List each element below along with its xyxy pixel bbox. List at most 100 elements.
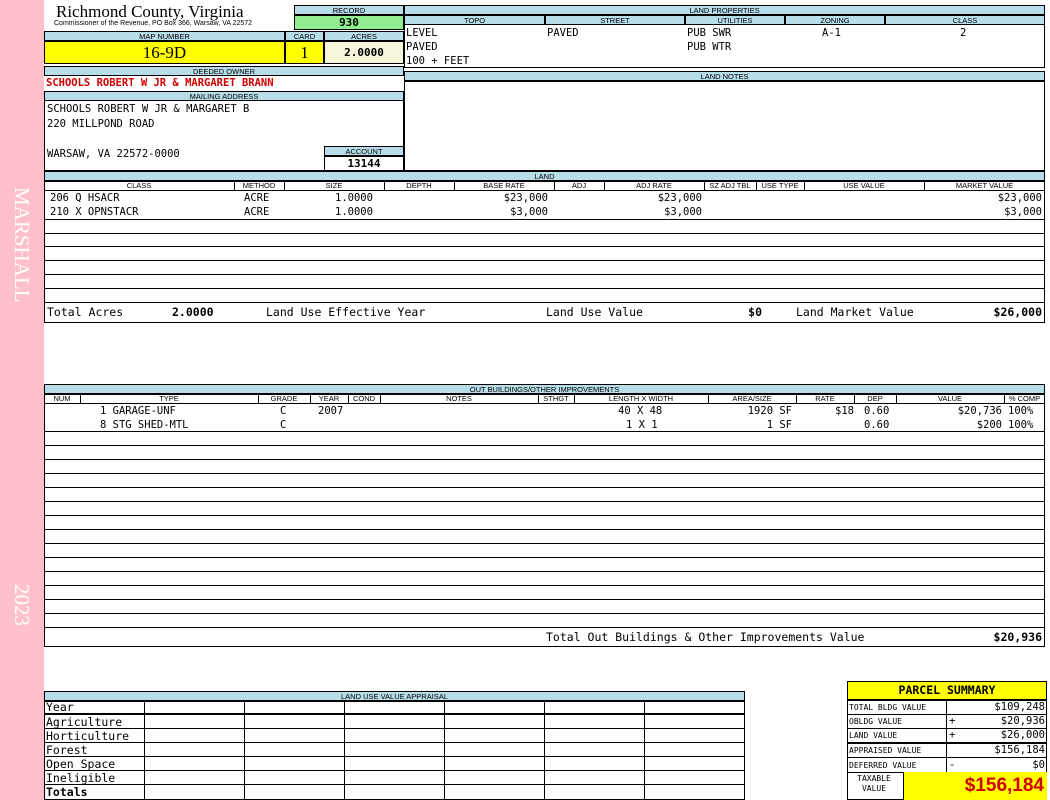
- land-row2-size: 1.0000: [335, 206, 373, 218]
- luv-row-ineligible: Ineligible: [46, 771, 116, 785]
- land-col-adj: ADJ: [571, 181, 587, 190]
- record-value: 930: [294, 15, 404, 30]
- ob-row2-value: $200: [976, 419, 1002, 431]
- taxable-value: $156,184: [964, 775, 1044, 796]
- total-acres-label: Total Acres: [47, 305, 124, 319]
- zoning-value: A-1: [822, 27, 841, 39]
- land-col-market-value: MARKET VALUE: [955, 181, 1014, 190]
- land-value-value: $26,000: [1000, 729, 1045, 741]
- sidebar: MARSHALL 2023: [0, 0, 44, 800]
- land-use-value-label: Land Use Value: [546, 305, 643, 319]
- parcel-summary-title: PARCEL SUMMARY: [847, 681, 1047, 700]
- mailing-address-label: MAILING ADDRESS: [44, 91, 404, 101]
- appraised-value: $156,184: [994, 744, 1045, 756]
- land-col-size: SIZE: [325, 181, 343, 190]
- effective-year-label: Land Use Effective Year: [266, 305, 426, 319]
- ob-col-type: TYPE: [159, 394, 179, 403]
- land-col-depth: DEPTH: [406, 181, 432, 190]
- ob-col-num: NUM: [53, 394, 71, 403]
- ob-row2-grade: C: [280, 419, 287, 431]
- deferred-label: DEFERRED VALUE: [849, 761, 917, 770]
- land-market-value: $26,000: [993, 305, 1042, 319]
- acres-value: 2.0000: [324, 41, 404, 64]
- land-value-label: LAND VALUE: [849, 731, 898, 740]
- street-value: PAVED: [547, 27, 579, 39]
- topo-value-3: 100 + FEET: [406, 55, 470, 67]
- zoning-header: ZONING: [785, 15, 885, 25]
- land-use-value: $0: [748, 305, 762, 319]
- map-number: 16-9D: [44, 41, 285, 64]
- topo-value-2: PAVED: [406, 41, 438, 53]
- ob-row1-year: 2007: [318, 405, 344, 417]
- account-number: 13144: [324, 156, 404, 171]
- county-title: Richmond County, Virginia: [56, 2, 244, 21]
- ob-col-dep: DEP: [867, 394, 883, 403]
- total-bldg-label: TOTAL BLDG VALUE: [849, 703, 927, 712]
- class-header: CLASS: [885, 15, 1045, 25]
- ob-row2-dep: 0.60: [864, 419, 890, 431]
- land-row2-base-rate: $3,000: [510, 206, 548, 218]
- ob-row2-area-size: 1 SF: [766, 419, 792, 431]
- map-number-label: MAP NUMBER: [44, 31, 285, 41]
- commissioner-line: Commissioner of the Revenue, PO Box 366,…: [54, 20, 253, 27]
- luv-row-agriculture: Agriculture: [46, 715, 123, 729]
- utilities-header: UTILITIES: [685, 15, 785, 25]
- card-number: 1: [285, 41, 324, 64]
- land-row2-class: 210 X OPNSTACR: [50, 206, 139, 218]
- land-col-class: CLASS: [126, 181, 152, 190]
- total-acres-value: 2.0000: [172, 305, 214, 319]
- deferred-value: $0: [1032, 759, 1045, 771]
- land-market-value-label: Land Market Value: [796, 305, 914, 319]
- deeded-owner-label: DEEDED OWNER: [44, 66, 404, 76]
- acres-label: ACRES: [324, 31, 404, 41]
- ob-row1-rate: $18: [835, 405, 854, 417]
- ob-col-year: YEAR: [318, 394, 340, 403]
- land-row1-class: 206 Q HSACR: [50, 192, 120, 204]
- land-col-sz-adj-tbl: SZ ADJ TBL: [709, 181, 751, 190]
- land-col-base-rate: BASE RATE: [483, 181, 525, 190]
- land-col-method: METHOD: [242, 181, 276, 190]
- taxable-label: TAXABLE VALUE: [857, 774, 891, 793]
- land-value-sign: +: [949, 729, 956, 741]
- outbuildings-total-value: $20,936: [993, 630, 1042, 644]
- ob-row1-type: 1 GARAGE-UNF: [100, 405, 176, 417]
- land-row1-market-value: $23,000: [997, 192, 1042, 204]
- ob-col-sthgt: STHGT: [543, 394, 569, 403]
- land-title: LAND: [44, 171, 1045, 181]
- ob-row2-length-width: 1 X 1: [626, 419, 658, 431]
- district-label: MARSHALL: [10, 187, 34, 303]
- obldg-label: OBLDG VALUE: [849, 717, 902, 726]
- ob-col-rate: RATE: [815, 394, 835, 403]
- land-col-use-value: USE VALUE: [843, 181, 885, 190]
- land-row2-adj-rate: $3,000: [664, 206, 702, 218]
- card-label: CARD: [285, 31, 324, 41]
- topo-header: TOPO: [404, 15, 545, 25]
- luv-row-year: Year: [46, 700, 74, 714]
- topo-value-1: LEVEL: [406, 27, 438, 39]
- obldg-value: $20,936: [1000, 715, 1045, 727]
- land-properties-title: LAND PROPERTIES: [404, 5, 1045, 15]
- ob-row1-length-width: 40 X 48: [618, 405, 663, 417]
- outbuildings-title: OUT BUILDINGS/OTHER IMPROVEMENTS: [44, 384, 1045, 394]
- ob-row1-grade: C: [280, 405, 287, 417]
- ob-col-pct-comp: % COMP: [1008, 394, 1041, 403]
- ob-row2-type: 8 STG SHED-MTL: [100, 419, 189, 431]
- year-label: 2023: [10, 584, 34, 626]
- utilities-value-2: PUB WTR: [687, 41, 732, 53]
- ob-col-length-width: LENGTH X WIDTH: [608, 394, 674, 403]
- deferred-sign: -: [949, 759, 956, 771]
- luv-row-forest: Forest: [46, 743, 88, 757]
- ob-row1-area-size: 1920 SF: [747, 405, 792, 417]
- land-row1-size: 1.0000: [335, 192, 373, 204]
- record-label: RECORD: [294, 5, 404, 15]
- land-use-appraisal-title: LAND USE VALUE APPRAISAL: [44, 691, 745, 701]
- ob-col-cond: COND: [352, 394, 376, 403]
- ob-row1-value: $20,736: [957, 405, 1002, 417]
- land-col-adj-rate: ADJ RATE: [636, 181, 672, 190]
- street-header: STREET: [545, 15, 685, 25]
- land-notes-box: [404, 81, 1045, 171]
- land-col-use-type: USE TYPE: [761, 181, 799, 190]
- account-label: ACCOUNT: [324, 146, 404, 156]
- land-use-appraisal-table: [44, 701, 745, 800]
- address-line1: SCHOOLS ROBERT W JR & MARGARET B: [47, 103, 250, 115]
